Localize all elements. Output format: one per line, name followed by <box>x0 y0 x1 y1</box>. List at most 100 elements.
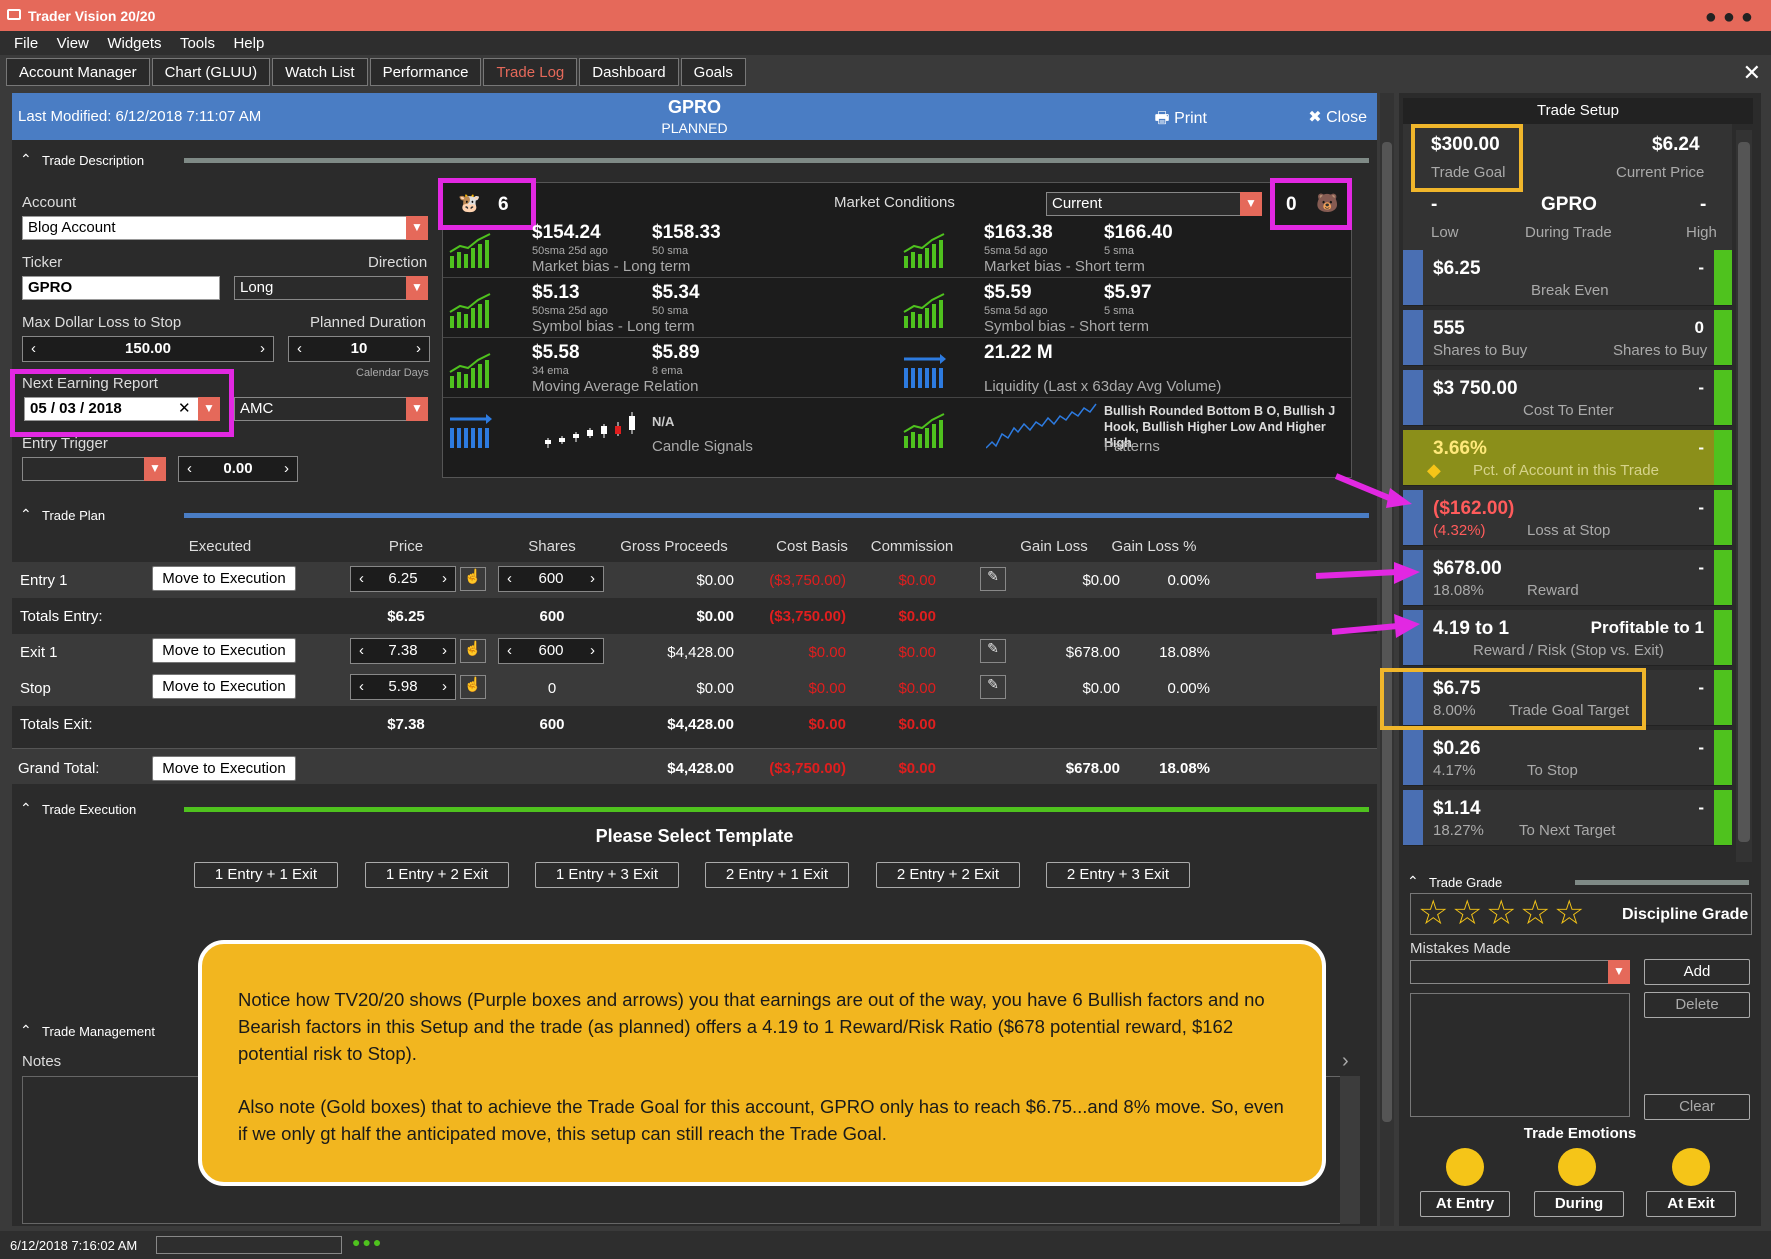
earning-time-select[interactable]: AMC <box>234 397 410 421</box>
delete-mistake-button[interactable]: Delete <box>1644 992 1750 1018</box>
emotion-face-icon[interactable] <box>1446 1148 1484 1186</box>
clear-date-icon[interactable]: ✕ <box>178 399 191 417</box>
tab-chart[interactable]: Chart (GLUU) <box>151 58 271 86</box>
edit-pencil-icon[interactable]: ✎ <box>980 639 1006 663</box>
template-button[interactable]: 2 Entry + 2 Exit <box>876 862 1020 888</box>
chevron-down-icon[interactable]: ▼ <box>144 457 166 481</box>
template-button[interactable]: 1 Entry + 3 Exit <box>535 862 679 888</box>
move-to-execution-button[interactable]: Move to Execution <box>152 756 296 781</box>
account-select[interactable]: Blog Account <box>22 216 410 240</box>
chevron-left-icon[interactable]: ‹ <box>499 639 512 663</box>
tab-performance[interactable]: Performance <box>369 58 482 86</box>
price-stepper[interactable]: ‹ 5.98 › <box>350 674 456 700</box>
collapse-icon[interactable]: ⌃ <box>20 506 32 523</box>
emotion-face-icon[interactable] <box>1672 1148 1710 1186</box>
duration-stepper[interactable]: ‹ 10 › <box>288 336 430 362</box>
max-loss-stepper[interactable]: ‹ 150.00 › <box>22 336 274 362</box>
trade-description-header[interactable]: ⌃ Trade Description <box>12 148 1377 172</box>
entry-trigger-stepper[interactable]: ‹ 0.00 › <box>178 456 298 482</box>
add-mistake-button[interactable]: Add <box>1644 959 1750 985</box>
chevron-down-icon[interactable]: ▼ <box>198 397 220 421</box>
menu-help[interactable]: Help <box>233 35 264 52</box>
chevron-right-icon[interactable]: › <box>260 337 273 361</box>
mistakes-list[interactable] <box>1410 993 1630 1117</box>
direction-select[interactable]: Long <box>234 276 410 300</box>
template-button[interactable]: 2 Entry + 1 Exit <box>705 862 849 888</box>
setup-scroll-thumb[interactable] <box>1738 142 1750 842</box>
menu-tools[interactable]: Tools <box>180 35 215 52</box>
move-to-execution-button[interactable]: Move to Execution <box>152 566 296 591</box>
close-tab-icon[interactable]: ✕ <box>1743 60 1761 86</box>
tab-account-manager[interactable]: Account Manager <box>6 58 150 86</box>
tab-watch-list[interactable]: Watch List <box>272 58 368 86</box>
chevron-right-icon[interactable]: › <box>442 675 455 699</box>
chevron-left-icon[interactable]: ‹ <box>351 567 364 591</box>
chevron-down-icon[interactable]: ▼ <box>406 216 428 240</box>
trade-execution-header[interactable]: ⌃ Trade Execution <box>12 797 1377 821</box>
notes-scrollbar[interactable] <box>1340 1076 1360 1224</box>
price-stepper[interactable]: ‹ 7.38 › <box>350 638 456 664</box>
tab-trade-log[interactable]: Trade Log <box>483 58 578 86</box>
chevron-right-icon[interactable]: › <box>442 639 455 663</box>
tab-dashboard[interactable]: Dashboard <box>579 58 679 86</box>
entry-trigger-select[interactable] <box>22 457 146 481</box>
market-conditions-select[interactable]: Current <box>1046 192 1262 216</box>
ticker-input[interactable]: GPRO <box>22 276 220 300</box>
star-icon[interactable]: ☆ <box>1452 893 1482 933</box>
edit-pencil-icon[interactable]: ✎ <box>980 675 1006 699</box>
chevron-down-icon[interactable]: ▼ <box>1240 192 1262 216</box>
chevron-down-icon[interactable]: ▼ <box>406 276 428 300</box>
chevron-right-icon[interactable]: › <box>590 567 603 591</box>
edit-pencil-icon[interactable]: ✎ <box>980 567 1006 591</box>
menu-file[interactable]: File <box>14 35 38 52</box>
chevron-right-icon[interactable]: › <box>284 457 297 481</box>
collapse-icon[interactable]: ⌃ <box>20 151 32 168</box>
hand-icon[interactable]: ☝ <box>460 567 486 591</box>
collapse-icon[interactable]: ⌃ <box>1407 873 1419 890</box>
print-button[interactable]: 🖶 Print <box>1155 107 1207 134</box>
close-button[interactable]: ✖ Close <box>1308 107 1367 127</box>
chevron-right-icon[interactable]: › <box>1342 1050 1349 1073</box>
star-icon[interactable]: ☆ <box>1520 893 1550 933</box>
collapse-icon[interactable]: ⌃ <box>20 1022 32 1039</box>
price-stepper[interactable]: ‹ 6.25 › <box>350 566 456 592</box>
during-button[interactable]: During <box>1534 1191 1624 1217</box>
move-to-execution-button[interactable]: Move to Execution <box>152 674 296 699</box>
shares-stepper[interactable]: ‹ 600 › <box>498 638 604 664</box>
template-button[interactable]: 1 Entry + 2 Exit <box>365 862 509 888</box>
chevron-left-icon[interactable]: ‹ <box>179 457 192 481</box>
star-icon[interactable]: ☆ <box>1418 893 1448 933</box>
at-entry-button[interactable]: At Entry <box>1420 1191 1510 1217</box>
star-icon[interactable]: ☆ <box>1554 893 1584 933</box>
hand-icon[interactable]: ☝ <box>460 639 486 663</box>
emotion-face-icon[interactable] <box>1558 1148 1596 1186</box>
at-exit-button[interactable]: At Exit <box>1646 1191 1736 1217</box>
template-button[interactable]: 1 Entry + 1 Exit <box>194 862 338 888</box>
chevron-left-icon[interactable]: ‹ <box>351 675 364 699</box>
chevron-left-icon[interactable]: ‹ <box>499 567 512 591</box>
hand-icon[interactable]: ☝ <box>460 675 486 699</box>
chevron-down-icon[interactable]: ▼ <box>1608 960 1630 984</box>
chevron-right-icon[interactable]: › <box>416 337 429 361</box>
chevron-left-icon[interactable]: ‹ <box>351 639 364 663</box>
shares-stepper[interactable]: ‹ 600 › <box>498 566 604 592</box>
chevron-left-icon[interactable]: ‹ <box>23 337 36 361</box>
window-menu-icon[interactable]: ●●● <box>1705 6 1759 29</box>
chevron-down-icon[interactable]: ▼ <box>406 397 428 421</box>
move-to-execution-button[interactable]: Move to Execution <box>152 638 296 663</box>
trade-management-header[interactable]: ⌃ Trade Management <box>12 1019 202 1043</box>
collapse-icon[interactable]: ⌃ <box>20 800 32 817</box>
trade-grade-header[interactable]: ⌃ Trade Grade <box>1399 870 1761 894</box>
menu-widgets[interactable]: Widgets <box>107 35 161 52</box>
chevron-right-icon[interactable]: › <box>590 639 603 663</box>
trade-plan-header[interactable]: ⌃ Trade Plan <box>12 503 1377 527</box>
mistakes-select[interactable] <box>1410 960 1610 984</box>
template-button[interactable]: 2 Entry + 3 Exit <box>1046 862 1190 888</box>
star-icon[interactable]: ☆ <box>1486 893 1516 933</box>
clear-mistakes-button[interactable]: Clear <box>1644 1094 1750 1120</box>
chevron-right-icon[interactable]: › <box>442 567 455 591</box>
earning-date-input[interactable]: 05 / 03 / 2018 <box>24 397 200 421</box>
tab-goals[interactable]: Goals <box>680 58 746 86</box>
chevron-left-icon[interactable]: ‹ <box>289 337 302 361</box>
menu-view[interactable]: View <box>57 35 89 52</box>
